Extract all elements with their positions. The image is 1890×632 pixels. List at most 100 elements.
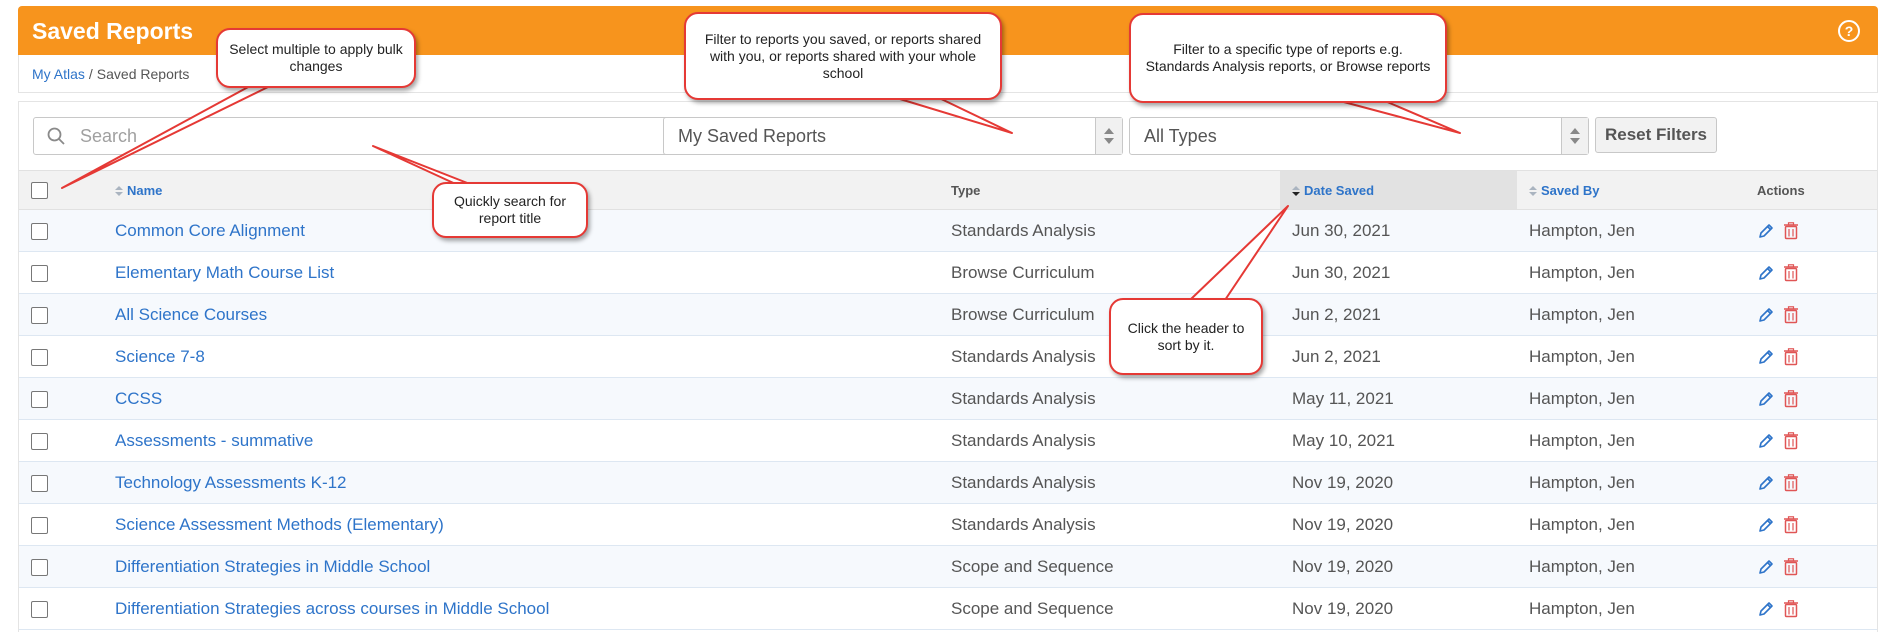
row-checkbox[interactable] (31, 348, 48, 366)
report-name-link[interactable]: Differentiation Strategies across course… (115, 599, 549, 618)
date-cell: May 10, 2021 (1280, 419, 1517, 462)
saved-by: Hampton, Jen (1529, 514, 1635, 534)
report-name-link[interactable]: Science Assessment Methods (Elementary) (115, 515, 444, 534)
row-checkbox[interactable] (31, 516, 48, 534)
table-row: Elementary Math Course List Browse Curric… (19, 251, 1877, 294)
report-type: Scope and Sequence (951, 598, 1114, 618)
row-select-cell (19, 503, 115, 546)
report-name-link[interactable]: Common Core Alignment (115, 221, 305, 240)
table-row: Science 7-8 Standards Analysis Jun 2, 2021… (19, 335, 1877, 378)
report-name-link[interactable]: Science 7-8 (115, 347, 205, 366)
type-cell: Standards Analysis (951, 419, 1280, 462)
delete-trash-icon[interactable] (1783, 516, 1799, 534)
bulk-changes-callout: Select multiple to apply bulk changes (216, 28, 416, 88)
row-checkbox[interactable] (31, 558, 48, 576)
edit-pencil-icon[interactable] (1757, 306, 1775, 324)
edit-pencil-icon[interactable] (1757, 264, 1775, 282)
delete-trash-icon[interactable] (1783, 306, 1799, 324)
delete-trash-icon[interactable] (1783, 432, 1799, 450)
delete-trash-icon[interactable] (1783, 474, 1799, 492)
saved-by-cell: Hampton, Jen (1517, 377, 1753, 420)
ownership-filter-select[interactable]: My Saved Reports (663, 117, 1123, 155)
row-select-cell (19, 419, 115, 462)
edit-pencil-icon[interactable] (1757, 390, 1775, 408)
column-header-date-label[interactable]: Date Saved (1304, 183, 1374, 198)
delete-trash-icon[interactable] (1783, 600, 1799, 618)
saved-by: Hampton, Jen (1529, 262, 1635, 282)
select-all-checkbox[interactable] (31, 181, 48, 199)
reset-filters-button[interactable]: Reset Filters (1595, 117, 1717, 153)
type-cell: Standards Analysis (951, 461, 1280, 504)
report-name-link[interactable]: Elementary Math Course List (115, 263, 334, 282)
delete-trash-icon[interactable] (1783, 558, 1799, 576)
search-icon (47, 127, 65, 145)
column-header-name-label[interactable]: Name (127, 183, 162, 198)
column-header-date-saved[interactable]: Date Saved (1280, 170, 1517, 210)
search-box[interactable] (33, 117, 671, 155)
report-type: Standards Analysis (951, 346, 1096, 366)
row-checkbox[interactable] (31, 306, 48, 324)
select-arrows-icon (1095, 118, 1122, 154)
report-type: Standards Analysis (951, 220, 1096, 240)
table-row: Technology Assessments K-12 Standards Ana… (19, 461, 1877, 504)
edit-pencil-icon[interactable] (1757, 222, 1775, 240)
type-cell: Standards Analysis (951, 377, 1280, 420)
edit-pencil-icon[interactable] (1757, 516, 1775, 534)
report-name-link[interactable]: Assessments - summative (115, 431, 313, 450)
saved-by: Hampton, Jen (1529, 220, 1635, 240)
edit-pencil-icon[interactable] (1757, 432, 1775, 450)
row-checkbox[interactable] (31, 432, 48, 450)
column-header-actions-label: Actions (1757, 182, 1805, 198)
type-cell: Standards Analysis (951, 503, 1280, 546)
report-name-link[interactable]: CCSS (115, 389, 162, 408)
date-cell: Jun 2, 2021 (1280, 293, 1517, 336)
column-header-actions: Actions (1753, 170, 1877, 210)
delete-trash-icon[interactable] (1783, 264, 1799, 282)
date-saved: Jun 30, 2021 (1292, 262, 1391, 282)
saved-by: Hampton, Jen (1529, 346, 1635, 366)
date-saved: May 11, 2021 (1292, 388, 1394, 408)
edit-pencil-icon[interactable] (1757, 600, 1775, 618)
row-checkbox[interactable] (31, 264, 48, 282)
breadcrumb: My Atlas / Saved Reports (32, 66, 189, 82)
edit-pencil-icon[interactable] (1757, 558, 1775, 576)
edit-pencil-icon[interactable] (1757, 474, 1775, 492)
row-select-cell (19, 377, 115, 420)
column-header-saved-by-label[interactable]: Saved By (1541, 183, 1600, 198)
delete-trash-icon[interactable] (1783, 390, 1799, 408)
table-header-row: Name Type Date Saved Saved By Actions (19, 170, 1877, 210)
saved-by-cell: Hampton, Jen (1517, 209, 1753, 252)
report-type: Browse Curriculum (951, 304, 1095, 324)
table-row: CCSS Standards Analysis May 11, 2021 Hampto… (19, 377, 1877, 420)
type-filter-select[interactable]: All Types (1129, 117, 1589, 155)
row-checkbox[interactable] (31, 474, 48, 492)
report-name-link[interactable]: Differentiation Strategies in Middle Sch… (115, 557, 430, 576)
report-type: Scope and Sequence (951, 556, 1114, 576)
date-saved: Nov 19, 2020 (1292, 556, 1394, 576)
report-type: Browse Curriculum (951, 262, 1095, 282)
name-cell: Assessments - summative (115, 419, 951, 462)
delete-trash-icon[interactable] (1783, 348, 1799, 366)
report-type: Standards Analysis (951, 472, 1096, 492)
date-cell: Nov 19, 2020 (1280, 461, 1517, 504)
report-name-link[interactable]: Technology Assessments K-12 (115, 473, 347, 492)
breadcrumb-my-atlas-link[interactable]: My Atlas (32, 66, 85, 82)
sort-callout: Click the header to sort by it. (1109, 298, 1263, 375)
type-filter-value: All Types (1144, 126, 1217, 146)
actions-cell (1753, 419, 1877, 462)
report-name-link[interactable]: All Science Courses (115, 305, 267, 324)
actions-cell (1753, 503, 1877, 546)
help-icon[interactable]: ? (1838, 20, 1860, 42)
row-select-cell (19, 545, 115, 588)
row-checkbox[interactable] (31, 390, 48, 408)
row-checkbox[interactable] (31, 222, 48, 240)
search-input[interactable] (78, 118, 662, 154)
saved-by-cell: Hampton, Jen (1517, 335, 1753, 378)
delete-trash-icon[interactable] (1783, 222, 1799, 240)
edit-pencil-icon[interactable] (1757, 348, 1775, 366)
column-header-saved-by[interactable]: Saved By (1517, 170, 1753, 210)
filter-bar: My Saved Reports All Types Reset Filters (19, 102, 1877, 170)
table-row: Differentiation Strategies across course… (19, 587, 1877, 630)
actions-cell (1753, 587, 1877, 630)
row-checkbox[interactable] (31, 600, 48, 618)
